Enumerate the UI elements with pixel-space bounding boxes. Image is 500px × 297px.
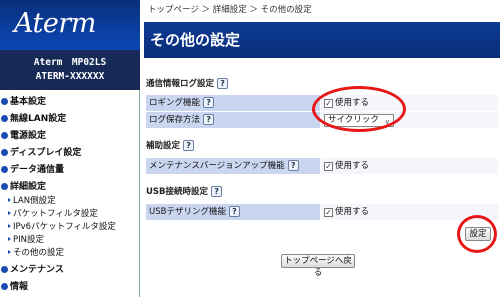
settings-page: Aterm Aterm MP02LS ATERM-XXXXXX 基本設定 無線L… [0,0,500,297]
highlight-ring-apply [457,215,497,253]
sidebar-item-display[interactable]: ディスプレイ設定 [0,145,81,161]
bullet-icon [1,114,8,122]
device-model: Aterm MP02LS [33,57,107,68]
sidebar-item-info[interactable]: 情報 [0,279,28,295]
breadcrumb[interactable]: トップページ ＞ 詳細設定 ＞ その他の設定 [148,3,312,15]
help-icon[interactable]: ? [217,78,229,89]
logging-label: ロギング機能? [146,95,320,111]
section-assist: 補助設定? [146,139,195,154]
tethering-label: USBテザリング機能? [146,204,320,220]
sidebar-item-data-usage[interactable]: データ通信量 [0,162,64,178]
sidebar-sub-other[interactable]: その他の設定 [8,247,64,260]
help-icon[interactable]: ? [203,114,215,125]
tethering-checkbox[interactable]: ✓ [324,208,333,217]
sidebar-item-maintenance[interactable]: メンテナンス [0,262,64,278]
sidebar-sub-lan[interactable]: LAN側設定 [8,195,56,208]
sidebar-sub-ipv6-filter[interactable]: IPv6パケットフィルタ設定 [8,221,116,234]
bullet-icon [1,97,8,105]
sidebar-sub-pin[interactable]: PIN設定 [8,234,44,247]
sidebar-sub-packet-filter[interactable]: パケットフィルタ設定 [8,208,98,221]
device-info: Aterm MP02LS ATERM-XXXXXX [0,50,140,90]
logo-text: Aterm [14,8,96,39]
bullet-icon [1,282,8,290]
row-maint-update: メンテナンスバージョンアップ機能? ✓ 使用する [146,158,498,174]
sidebar-item-wireless[interactable]: 無線LAN設定 [0,111,66,127]
triangle-icon [8,250,11,254]
help-icon[interactable]: ? [203,97,215,108]
aterm-logo[interactable]: Aterm [0,0,140,50]
sidebar-nav: 基本設定 無線LAN設定 電源設定 ディスプレイ設定 データ通信量 詳細設定 L… [0,90,140,297]
help-icon[interactable]: ? [183,140,195,151]
row-tethering: USBテザリング機能? ✓ 使用する [146,204,498,220]
maint-update-checkbox[interactable]: ✓ [324,162,333,171]
bullet-icon [1,148,8,156]
sidebar-item-basic[interactable]: 基本設定 [0,94,46,110]
bullet-icon [1,182,8,190]
section-usb: USB接続時設定? [146,185,223,200]
bullet-icon [1,131,8,139]
highlight-ring-logging [312,86,406,132]
sidebar-item-power[interactable]: 電源設定 [0,128,46,144]
bullet-icon [1,165,8,173]
triangle-icon [8,237,11,241]
maint-update-label: メンテナンスバージョンアップ機能? [146,158,320,174]
triangle-icon [8,211,11,215]
tethering-checkbox-label: 使用する [335,207,370,217]
sidebar-item-advanced[interactable]: 詳細設定 [0,179,46,195]
help-icon[interactable]: ? [211,186,223,197]
maint-update-value: ✓ 使用する [321,158,498,174]
maint-update-checkbox-label: 使用する [335,161,370,171]
triangle-icon [8,224,11,228]
triangle-icon [8,198,11,202]
save-method-label: ログ保存方法? [146,112,320,128]
help-icon[interactable]: ? [287,160,299,171]
page-title: その他の設定 [144,22,500,58]
device-serial: ATERM-XXXXXX [35,71,105,82]
section-comm-log: 通信情報ログ設定? [146,77,229,92]
back-to-top-button[interactable]: トップページへ戻る [281,254,355,278]
help-icon[interactable]: ? [228,206,240,217]
bullet-icon [1,265,8,273]
